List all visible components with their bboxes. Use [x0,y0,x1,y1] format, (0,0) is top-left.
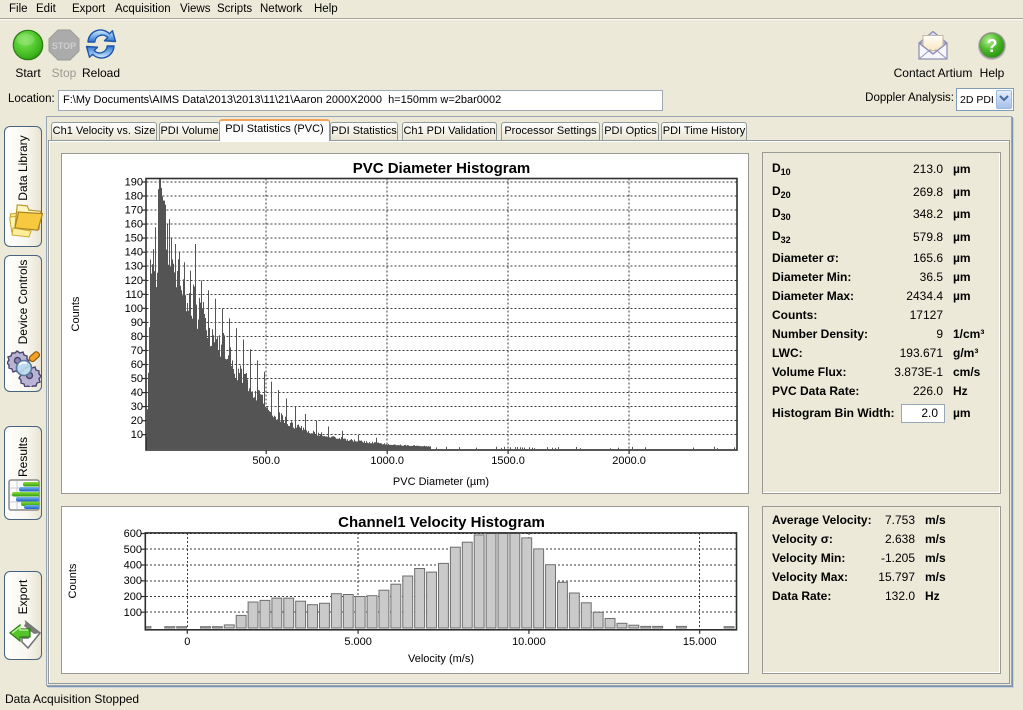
svg-text:Velocity (m/s): Velocity (m/s) [408,653,474,665]
svg-text:400: 400 [124,560,142,572]
svg-text:500: 500 [124,544,142,556]
svg-text:10.000: 10.000 [512,636,546,648]
svg-text:0: 0 [184,636,190,648]
svg-text:5.000: 5.000 [344,636,372,648]
svg-text:600: 600 [124,528,142,540]
svg-text:Counts: Counts [67,563,79,598]
svg-text:300: 300 [124,575,142,587]
svg-text:15.000: 15.000 [683,636,717,648]
svg-text:100: 100 [124,607,142,619]
svg-text:200: 200 [124,591,142,603]
